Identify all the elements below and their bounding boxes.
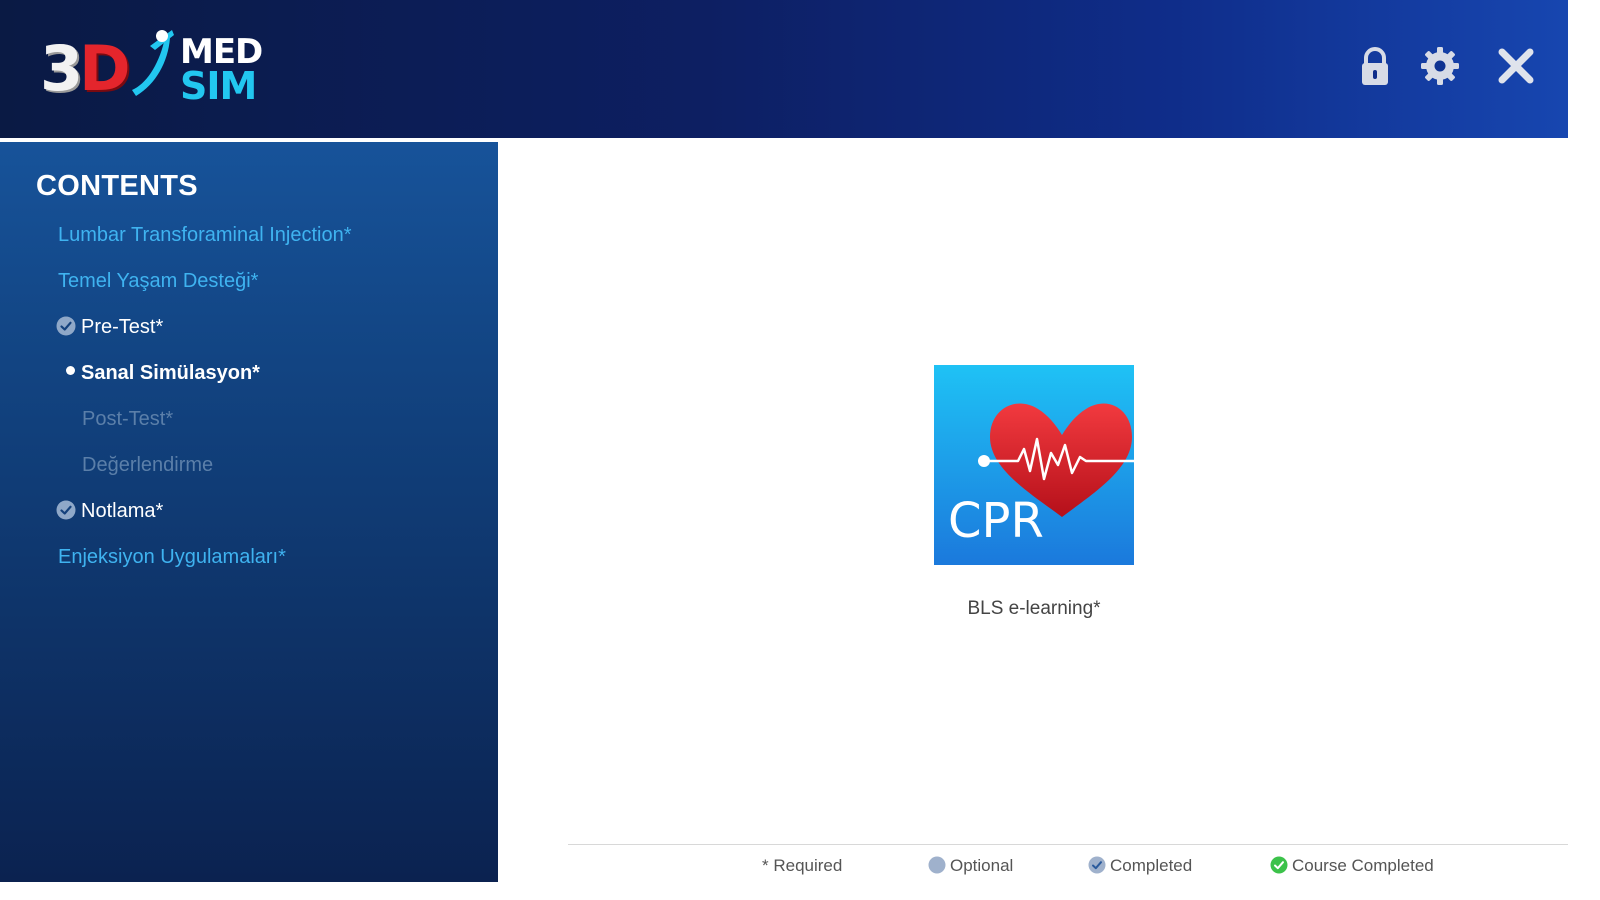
lock-icon[interactable] (1353, 44, 1397, 88)
logo-wordmark: MED SIM (180, 32, 263, 109)
sidebar-item-label: Post-Test* (82, 408, 174, 430)
completed-check-icon (56, 316, 76, 336)
sidebar-title: CONTENTS (36, 170, 198, 202)
current-item-bullet-icon (66, 366, 75, 375)
sidebar-item-label: Temel Yaşam Desteği* (58, 270, 259, 292)
sidebar-item-degerlendirme: Değerlendirme (82, 450, 213, 480)
gear-icon[interactable] (1418, 44, 1462, 88)
sidebar-item-sanal-simulasyon[interactable]: Sanal Simülasyon* (66, 358, 260, 388)
bls-elearning-card[interactable]: CPR (934, 365, 1134, 565)
sidebar-item-enjeksiyon-uygulamalari[interactable]: Enjeksiyon Uygulamaları* (58, 542, 286, 572)
completed-check-icon (56, 500, 76, 520)
main-content: CPR BLS e-learning* * Required Optional … (498, 142, 1568, 882)
sidebar-item-lumbar-transforaminal-injection[interactable]: Lumbar Transforaminal Injection* (58, 220, 351, 250)
logo-figure-icon (132, 30, 174, 96)
sidebar-item-pre-test[interactable]: Pre-Test* (56, 312, 163, 342)
legend-divider (568, 844, 1568, 845)
optional-circle-icon (928, 856, 946, 874)
cpr-thumbnail: CPR (934, 365, 1134, 565)
sidebar-item-post-test: Post-Test* (82, 404, 173, 434)
sidebar-item-label: Notlama* (81, 500, 164, 522)
course-completed-check-icon (1270, 856, 1288, 874)
sidebar-item-label: Değerlendirme (82, 454, 214, 476)
app-header: 3D MED SIM (0, 0, 1568, 138)
sidebar-item-label: Sanal Simülasyon* (81, 362, 260, 384)
close-icon[interactable] (1494, 44, 1538, 88)
sidebar-item-label: Lumbar Transforaminal Injection* (58, 224, 352, 246)
cpr-text: CPR (948, 493, 1044, 549)
sidebar-item-label: Enjeksiyon Uygulamaları* (58, 546, 286, 568)
sidebar-item-label: Pre-Test* (81, 316, 164, 338)
card-label: BLS e-learning* (967, 598, 1101, 619)
completed-check-icon (1088, 856, 1106, 874)
legend-required: * Required (762, 856, 843, 875)
contents-sidebar: CONTENTS Lumbar Transforaminal Injection… (0, 142, 498, 882)
legend-completed: Completed (1088, 854, 1192, 878)
logo-3d-mark: 3D (40, 32, 131, 105)
sidebar-item-temel-yasam-destegi[interactable]: Temel Yaşam Desteği* (58, 266, 258, 296)
legend-course-completed: Course Completed (1270, 854, 1434, 878)
legend-optional: Optional (928, 854, 1013, 878)
sidebar-item-notlama[interactable]: Notlama* (56, 496, 163, 526)
app-logo: 3D MED SIM (36, 24, 286, 106)
